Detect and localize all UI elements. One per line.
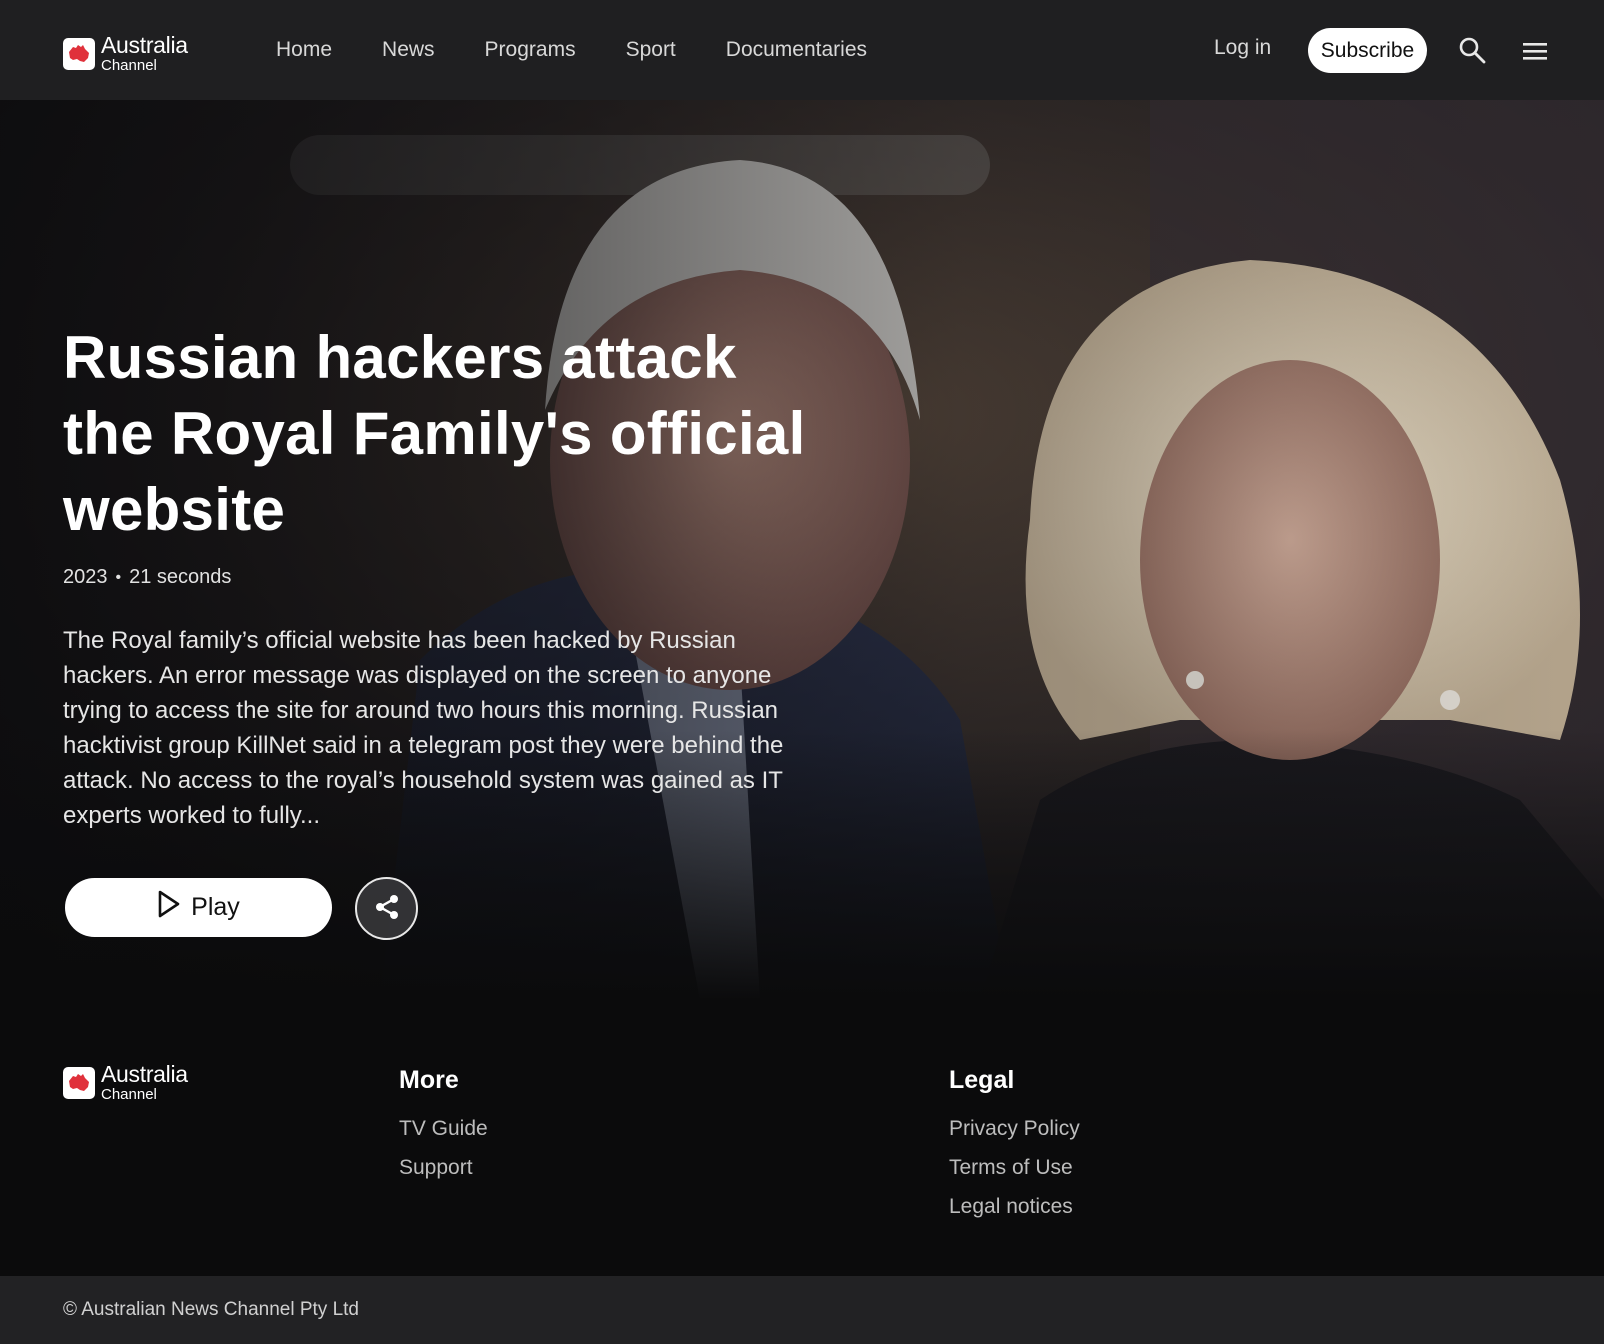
- brand-logo[interactable]: Australia Channel: [63, 34, 188, 73]
- nav-sport[interactable]: Sport: [626, 38, 676, 62]
- subscribe-button[interactable]: Subscribe: [1308, 28, 1427, 73]
- footer-brand-line1: Australia: [101, 1061, 188, 1087]
- hero-description: The Royal family’s official website has …: [63, 627, 784, 829]
- play-button[interactable]: Play: [65, 878, 332, 937]
- hero-section: Russian hackers attack the Royal Family'…: [0, 100, 1604, 1000]
- australia-map-icon: [63, 37, 95, 70]
- copyright-bar: © Australian News Channel Pty Ltd: [0, 1276, 1604, 1344]
- meta-separator: •: [115, 568, 122, 586]
- footer-link-legal-notices[interactable]: Legal notices: [949, 1187, 1080, 1226]
- main-nav: Home News Programs Sport Documentaries: [276, 0, 917, 100]
- australia-map-icon: [63, 1066, 95, 1099]
- nav-documentaries[interactable]: Documentaries: [726, 38, 867, 62]
- nav-programs[interactable]: Programs: [485, 38, 576, 62]
- footer-more-heading: More: [399, 1066, 459, 1094]
- login-link[interactable]: Log in: [1214, 36, 1271, 60]
- play-icon: [157, 890, 181, 925]
- footer-more-column: More TV Guide Support: [399, 1066, 488, 1187]
- nav-news[interactable]: News: [382, 38, 435, 62]
- hero-meta: 2023 • 21 seconds: [63, 566, 823, 589]
- footer-link-terms-of-use[interactable]: Terms of Use: [949, 1148, 1080, 1187]
- footer-brand-line2: Channel: [101, 1086, 157, 1103]
- hero-content: Russian hackers attack the Royal Family'…: [63, 320, 823, 833]
- site-header: Australia Channel Home News Programs Spo…: [0, 0, 1604, 100]
- brand-name-line1: Australia: [101, 32, 188, 58]
- footer-legal-heading: Legal: [949, 1066, 1015, 1094]
- copyright-text: © Australian News Channel Pty Ltd: [63, 1299, 359, 1320]
- footer-link-support[interactable]: Support: [399, 1148, 488, 1187]
- hero-year: 2023: [63, 566, 108, 588]
- play-label: Play: [191, 893, 240, 921]
- hero-title: Russian hackers attack the Royal Family'…: [63, 324, 806, 543]
- hero-duration: 21 seconds: [129, 566, 232, 588]
- search-icon[interactable]: [1458, 36, 1486, 64]
- hamburger-menu-icon[interactable]: [1522, 40, 1548, 62]
- footer-link-tv-guide[interactable]: TV Guide: [399, 1109, 488, 1148]
- share-button[interactable]: [355, 877, 418, 940]
- footer-link-privacy-policy[interactable]: Privacy Policy: [949, 1109, 1080, 1148]
- share-icon: [373, 893, 401, 924]
- footer-brand-logo[interactable]: Australia Channel: [63, 1063, 188, 1102]
- footer-legal-column: Legal Privacy Policy Terms of Use Legal …: [949, 1066, 1080, 1226]
- brand-name-line2: Channel: [101, 57, 157, 74]
- nav-home[interactable]: Home: [276, 38, 332, 62]
